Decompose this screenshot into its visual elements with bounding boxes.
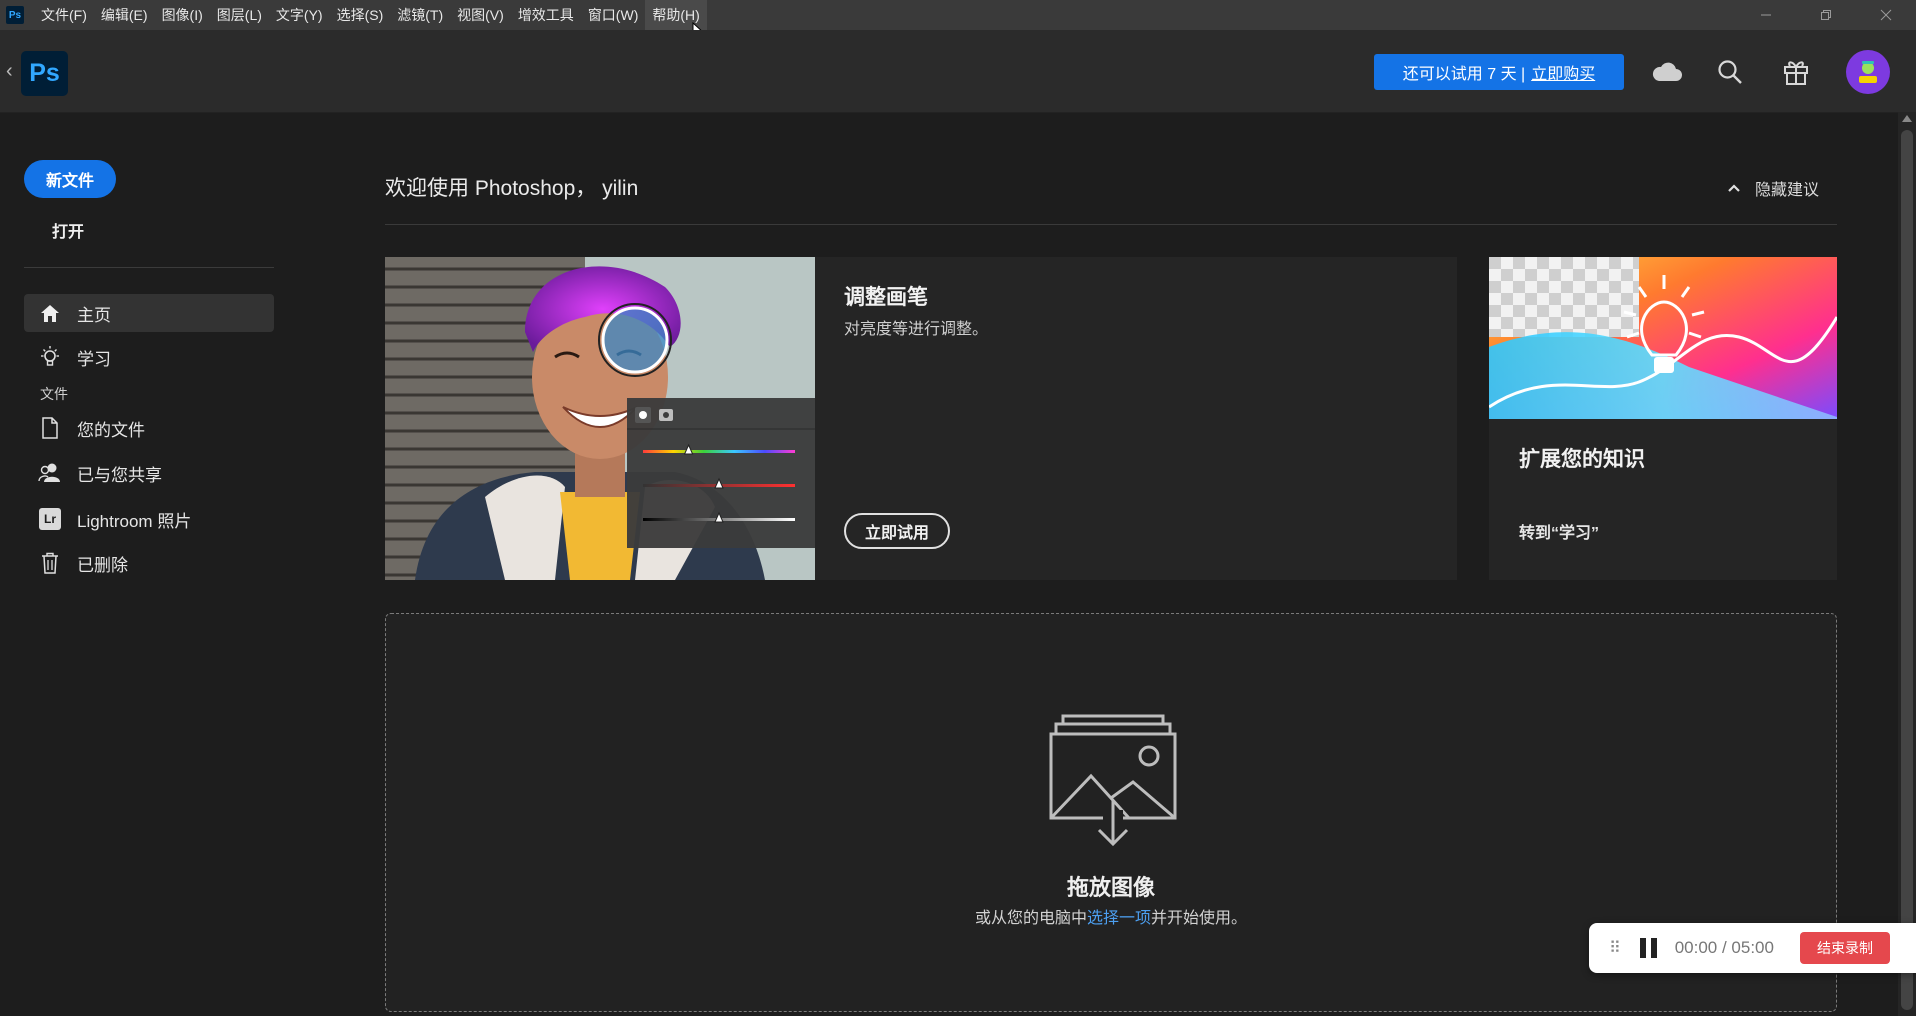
- sidebar-section-files: 文件: [40, 386, 68, 402]
- pause-button[interactable]: [1639, 938, 1657, 958]
- sidebar-item-label: 您的文件: [77, 420, 145, 440]
- menu-select[interactable]: 选择(S): [330, 0, 391, 30]
- sidebar-item-home[interactable]: 主页: [24, 294, 274, 332]
- adjustment-brush-image: [385, 257, 815, 580]
- menu-window[interactable]: 窗口(W): [581, 0, 646, 30]
- select-file-link[interactable]: 选择一项: [1087, 910, 1151, 927]
- sidebar-item-label: 已删除: [77, 555, 128, 575]
- menu-view[interactable]: 视图(V): [450, 0, 511, 30]
- sidebar-item-your-files[interactable]: 您的文件: [24, 409, 274, 447]
- learn-banner-image: [1489, 257, 1837, 419]
- sidebar-item-lightroom[interactable]: Lr Lightroom 照片: [24, 500, 274, 538]
- hide-suggestions-label: 隐藏建议: [1755, 182, 1820, 199]
- go-to-learn-link[interactable]: 转到“学习”: [1519, 519, 1599, 543]
- document-icon: [37, 415, 63, 441]
- minimize-icon: [1761, 14, 1771, 16]
- gift-icon: [1784, 61, 1808, 85]
- restore-icon: [1821, 10, 1831, 20]
- menu-layer[interactable]: 图层(L): [210, 0, 269, 30]
- try-now-button[interactable]: 立即试用: [844, 513, 950, 549]
- trial-text: 还可以试用 7 天 |: [1402, 66, 1526, 83]
- photoshop-logo[interactable]: Ps: [21, 51, 68, 96]
- home-icon: [37, 300, 63, 326]
- trash-icon: [37, 550, 63, 576]
- chevron-up-icon: [1728, 184, 1740, 192]
- menu-filter[interactable]: 滤镜(T): [390, 0, 450, 30]
- sidebar-item-label: Lightroom 照片: [77, 511, 192, 531]
- image-upload-icon: [1049, 714, 1177, 847]
- lightroom-icon: Lr: [37, 506, 63, 532]
- menu-plugins[interactable]: 增效工具: [511, 0, 581, 30]
- learn-card[interactable]: 扩展您的知识 转到“学习”: [1489, 257, 1837, 580]
- end-recording-button[interactable]: 结束录制: [1799, 932, 1890, 964]
- screen-recorder-bar: ⠿ 00:00 / 05:00 结束录制: [1589, 923, 1916, 973]
- new-file-button[interactable]: 新文件: [24, 160, 116, 198]
- card-description: 对亮度等进行调整。: [844, 321, 989, 338]
- search-button[interactable]: [1712, 54, 1748, 90]
- back-chevron-icon[interactable]: ‹: [6, 60, 13, 83]
- app-header: ‹ Ps 还可以试用 7 天 | 立即购买: [0, 30, 1916, 113]
- sidebar-item-deleted[interactable]: 已删除: [24, 544, 274, 582]
- trial-banner[interactable]: 还可以试用 7 天 | 立即购买: [1374, 54, 1624, 90]
- open-button[interactable]: 打开: [52, 218, 84, 242]
- avatar-icon: [1859, 61, 1877, 83]
- minimize-button[interactable]: [1736, 0, 1796, 30]
- sidebar-item-label: 已与您共享: [77, 465, 162, 485]
- menu-type[interactable]: 文字(Y): [269, 0, 330, 30]
- main-divider: [385, 224, 1837, 225]
- lightbulb-icon: [37, 344, 63, 370]
- sidebar-item-learn[interactable]: 学习: [24, 338, 274, 376]
- scroll-up-arrow-icon[interactable]: [1902, 115, 1912, 122]
- drop-sub-suffix: 并开始使用。: [1151, 910, 1248, 927]
- menu-edit[interactable]: 编辑(E): [94, 0, 155, 30]
- search-icon: [1718, 60, 1742, 84]
- gift-button[interactable]: [1778, 54, 1814, 90]
- welcome-title: 欢迎使用 Photoshop， yilin: [385, 177, 639, 200]
- menu-image[interactable]: 图像(I): [155, 0, 210, 30]
- app-badge: Ps: [6, 6, 24, 24]
- adjustment-brush-card: 调整画笔 对亮度等进行调整。 立即试用: [385, 257, 1457, 580]
- lightroom-badge: Lr: [39, 508, 61, 530]
- drop-title: 拖放图像: [1066, 875, 1155, 900]
- drag-handle-icon[interactable]: ⠿: [1609, 938, 1622, 958]
- hide-suggestions-button[interactable]: 隐藏建议: [1727, 176, 1819, 200]
- cloud-icon: [1652, 62, 1682, 81]
- scrollbar[interactable]: [1898, 112, 1916, 1016]
- drop-sub-prefix: 或从您的电脑中: [974, 910, 1087, 927]
- recording-timer: 00:00 / 05:00: [1674, 938, 1774, 957]
- card-title: 调整画笔: [844, 286, 928, 309]
- menu-bar: Ps 文件(F) 编辑(E) 图像(I) 图层(L) 文字(Y) 选择(S) 滤…: [0, 0, 1916, 30]
- close-button[interactable]: [1856, 0, 1916, 30]
- sidebar-divider: [24, 267, 274, 268]
- shared-user-icon: [37, 460, 63, 486]
- sidebar-item-shared[interactable]: 已与您共享: [24, 454, 274, 492]
- sidebar-item-label: 学习: [77, 349, 111, 369]
- window-controls: [1736, 0, 1916, 30]
- menu-file[interactable]: 文件(F): [34, 0, 94, 30]
- sidebar-item-label: 主页: [77, 305, 111, 325]
- card-title: 扩展您的知识: [1519, 448, 1645, 471]
- close-icon: [1880, 9, 1892, 21]
- restore-button[interactable]: [1796, 0, 1856, 30]
- buy-now-link[interactable]: 立即购买: [1531, 60, 1595, 84]
- scroll-thumb[interactable]: [1901, 130, 1913, 1010]
- avatar[interactable]: [1846, 50, 1890, 94]
- cloud-button[interactable]: [1649, 54, 1685, 90]
